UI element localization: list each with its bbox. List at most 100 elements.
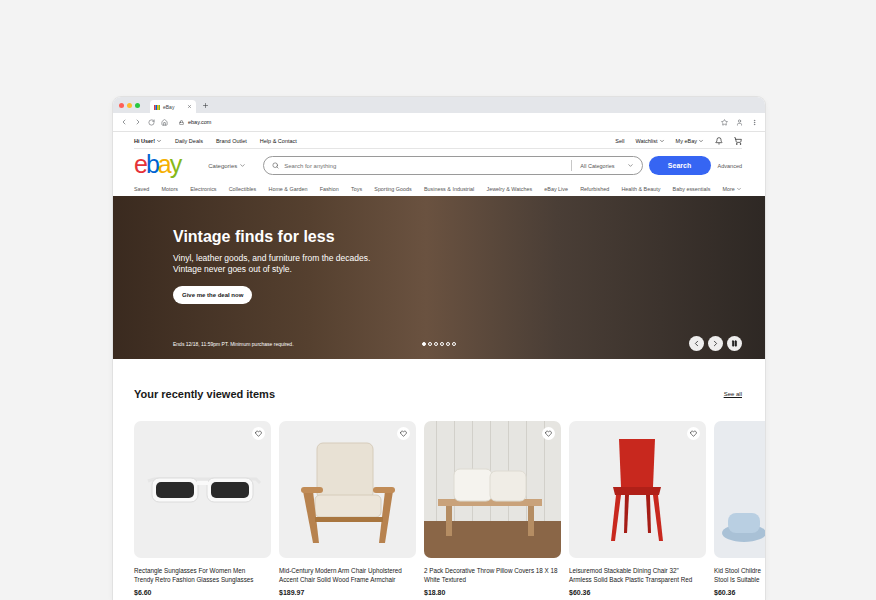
search-field[interactable]: Search for anything All Categories xyxy=(263,156,642,175)
zoom-light[interactable] xyxy=(135,103,140,108)
next-slide-button[interactable] xyxy=(708,336,723,351)
top-nav-link[interactable]: Sell xyxy=(615,138,624,144)
previous-slide-button[interactable] xyxy=(689,336,704,351)
item-title-line: Stool Is Suitable xyxy=(714,576,765,585)
item-title[interactable]: Kid Stool ChildreStool Is Suitable xyxy=(714,567,765,584)
profile-icon[interactable] xyxy=(736,119,743,126)
category-link[interactable]: eBay Live xyxy=(544,186,568,192)
watch-button[interactable] xyxy=(252,427,265,440)
item-price: $189.97 xyxy=(279,589,416,596)
watch-button[interactable] xyxy=(542,427,555,440)
close-tab-icon[interactable] xyxy=(187,104,192,109)
item-title[interactable]: Leisuremod Stackable Dining Chair 32"Arm… xyxy=(569,567,706,584)
carousel-dot[interactable] xyxy=(422,342,426,346)
category-link[interactable]: Electronics xyxy=(190,186,216,192)
hero-footer: Ends 12/18, 11:59pm PT. Minimum purchase… xyxy=(113,336,765,359)
item-title[interactable]: 2 Pack Decorative Throw Pillow Covers 18… xyxy=(424,567,561,584)
back-icon[interactable] xyxy=(120,118,128,126)
close-light[interactable] xyxy=(119,103,124,108)
advanced-search-link[interactable]: Advanced xyxy=(718,163,742,169)
minimize-light[interactable] xyxy=(127,103,132,108)
section-header: Your recently viewed itemsSee all xyxy=(134,387,765,401)
chevron-down-icon xyxy=(736,186,742,192)
hero-cta-button[interactable]: Give me the deal now xyxy=(173,286,252,304)
category-link[interactable]: Saved xyxy=(134,186,149,192)
item-card[interactable]: Rectangle Sunglasses For Women MenTrendy… xyxy=(134,421,271,596)
see-all-link[interactable]: See all xyxy=(724,391,742,397)
category-link[interactable]: Baby essentials xyxy=(673,186,711,192)
category-select[interactable]: All Categories xyxy=(577,162,635,169)
carousel-dot[interactable] xyxy=(428,342,432,346)
category-link[interactable]: Fashion xyxy=(320,186,339,192)
cart-icon[interactable] xyxy=(734,137,742,145)
top-nav-link[interactable]: Daily Deals xyxy=(175,138,203,144)
category-link[interactable]: Refurbished xyxy=(580,186,609,192)
item-price: $60.36 xyxy=(569,589,706,596)
item-card[interactable]: 2 Pack Decorative Throw Pillow Covers 18… xyxy=(424,421,561,596)
new-tab-button[interactable] xyxy=(202,97,209,113)
search-placeholder: Search for anything xyxy=(284,163,566,169)
top-nav-right: Sell Watchlist My eBay xyxy=(615,137,742,145)
item-image[interactable] xyxy=(569,421,706,558)
top-nav-link[interactable]: Brand Outlet xyxy=(216,138,247,144)
item-price: $60.36 xyxy=(714,589,765,596)
category-link[interactable]: Motors xyxy=(161,186,177,192)
search-button[interactable]: Search xyxy=(649,156,711,175)
hero-fine-print: Ends 12/18, 11:59pm PT. Minimum purchase… xyxy=(136,341,422,347)
item-title-line: Accent Chair Solid Wood Frame Armchair xyxy=(279,576,416,585)
address-bar[interactable]: ebay.com xyxy=(174,116,715,129)
carousel-dot[interactable] xyxy=(452,342,456,346)
item-image[interactable] xyxy=(279,421,416,558)
browser-tab[interactable]: eBay xyxy=(150,100,196,113)
item-title[interactable]: Mid-Century Modern Arm Chair Upholstered… xyxy=(279,567,416,584)
window-controls xyxy=(119,97,140,113)
item-title-line: Kid Stool Childre xyxy=(714,567,765,576)
menu-icon[interactable] xyxy=(751,119,758,126)
chevron-down-icon xyxy=(659,138,665,144)
play-pause-button[interactable] xyxy=(727,336,742,351)
tab-title: eBay xyxy=(163,104,184,110)
category-link[interactable]: More xyxy=(723,186,742,192)
hero-subtitle: Vinyl, leather goods, and furniture from… xyxy=(173,253,373,274)
category-link[interactable]: Jewelry & Watches xyxy=(486,186,532,192)
item-card[interactable]: Kid Stool ChildreStool Is Suitable $60.36 xyxy=(714,421,765,596)
reload-icon[interactable] xyxy=(148,119,155,126)
item-title[interactable]: Rectangle Sunglasses For Women MenTrendy… xyxy=(134,567,271,584)
plus-icon xyxy=(202,102,209,109)
heart-icon xyxy=(255,430,262,437)
stool-picture xyxy=(714,421,765,558)
category-link[interactable]: Home & Garden xyxy=(268,186,307,192)
item-title-line: White Textured xyxy=(424,576,561,585)
tab-strip: eBay xyxy=(113,97,765,113)
category-link[interactable]: Toys xyxy=(351,186,362,192)
categories-button[interactable]: Categories xyxy=(208,162,246,169)
home-icon[interactable] xyxy=(161,119,168,126)
bookmark-star-icon[interactable] xyxy=(721,119,728,126)
item-title-line: Mid-Century Modern Arm Chair Upholstered xyxy=(279,567,416,576)
notification-bell-icon[interactable] xyxy=(715,137,723,145)
sunglasses-picture xyxy=(134,421,271,558)
item-image[interactable] xyxy=(424,421,561,558)
ebay-logo[interactable]: ebay xyxy=(134,152,180,177)
item-image[interactable] xyxy=(134,421,271,558)
carousel-dot[interactable] xyxy=(446,342,450,346)
item-carousel: Rectangle Sunglasses For Women MenTrendy… xyxy=(134,421,765,596)
item-image[interactable] xyxy=(714,421,765,558)
forward-icon[interactable] xyxy=(134,118,142,126)
hero-banner: Vintage finds for lessVinyl, leather goo… xyxy=(113,196,765,359)
category-link[interactable]: Sporting Goods xyxy=(374,186,411,192)
carousel-dot[interactable] xyxy=(434,342,438,346)
category-link[interactable]: Health & Beauty xyxy=(621,186,660,192)
carousel-dot[interactable] xyxy=(440,342,444,346)
top-nav-link[interactable]: Help & Contact xyxy=(260,138,297,144)
greeting-link[interactable]: Hi User! xyxy=(134,138,162,144)
top-nav-link[interactable]: My eBay xyxy=(676,138,704,144)
category-link[interactable]: Business & Industrial xyxy=(424,186,474,192)
item-title-line: Leisuremod Stackable Dining Chair 32" xyxy=(569,567,706,576)
item-card[interactable]: Mid-Century Modern Arm Chair Upholstered… xyxy=(279,421,416,596)
top-nav-link[interactable]: Watchlist xyxy=(635,138,664,144)
watch-button[interactable] xyxy=(397,427,410,440)
watch-button[interactable] xyxy=(687,427,700,440)
item-card[interactable]: Leisuremod Stackable Dining Chair 32"Arm… xyxy=(569,421,706,596)
category-link[interactable]: Collectibles xyxy=(229,186,257,192)
